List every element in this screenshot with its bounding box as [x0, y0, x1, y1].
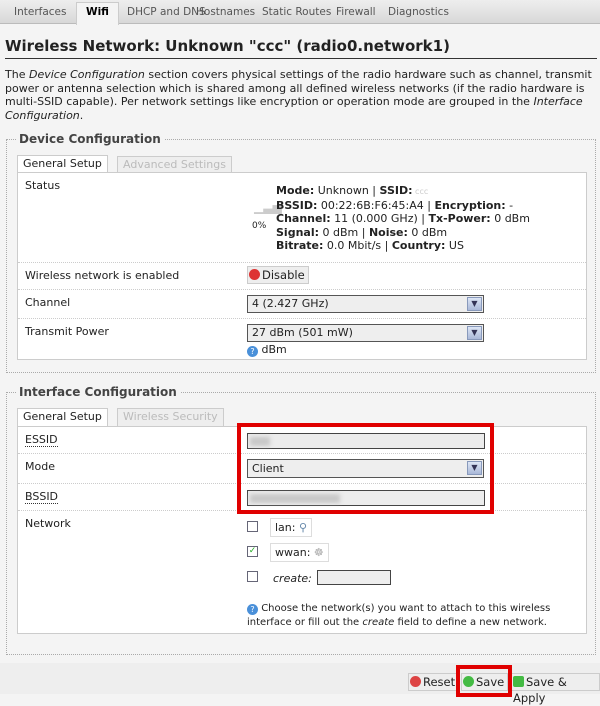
k: Noise: [368, 225, 408, 239]
lan-label: lan: [275, 521, 296, 534]
highlight-box-save [456, 665, 512, 697]
tab-firewall[interactable]: Firewall [327, 3, 385, 24]
wwan-network: wwan: ☸ [270, 543, 329, 562]
reset-icon [410, 676, 421, 687]
channel-label: Channel [25, 296, 71, 309]
v: 0 dBm [407, 225, 448, 239]
disable-icon [249, 269, 260, 280]
disable-label: Disable [262, 268, 305, 282]
help-icon: ? [247, 346, 258, 357]
create-label: create: [273, 572, 312, 585]
page-description: The Device Configuration section covers … [5, 68, 597, 122]
k: SSID: [379, 184, 413, 197]
interface-configuration-legend: Interface Configuration [16, 385, 180, 399]
hint-text: dBm [261, 343, 287, 356]
tab-wireless-security[interactable]: Wireless Security [117, 408, 224, 426]
enabled-row: Wireless network is enabled Disable [18, 263, 586, 290]
lan-checkbox[interactable] [247, 521, 258, 532]
k: Encryption: [434, 198, 506, 212]
create-checkbox[interactable] [247, 571, 258, 582]
v: 11 (0.000 GHz) | [330, 212, 429, 225]
channel-select[interactable]: 4 (2.427 GHz) ▼ [247, 295, 484, 313]
device-general-panel: Status ▁▃▅ 0% Mode: Unknown | SSID: ccc … [17, 172, 587, 360]
essid-label[interactable]: ESSID [25, 433, 58, 447]
v: Unknown | [314, 184, 380, 197]
tab-diagnostics[interactable]: Diagnostics [379, 3, 458, 24]
k: Channel: [276, 212, 331, 225]
k: Mode: [276, 184, 315, 197]
tab-general-setup[interactable]: General Setup [17, 155, 108, 173]
disable-button[interactable]: Disable [247, 266, 309, 284]
desc-em: Device Configuration [28, 68, 145, 81]
apply-icon [513, 676, 524, 687]
chevron-down-icon: ▼ [467, 297, 482, 311]
reset-label: Reset [423, 675, 456, 689]
v: ccc [412, 187, 429, 196]
v: 00:22:6B:F6:45:A4 | [317, 198, 435, 212]
save-apply-button[interactable]: Save & Apply [511, 673, 600, 705]
wwan-checkbox[interactable]: ✓ [247, 546, 258, 557]
v: 0 dBm | [319, 225, 369, 239]
signal-percent: 0% [252, 221, 267, 231]
chevron-down-icon: ▼ [467, 326, 482, 340]
tab-general-setup[interactable]: General Setup [17, 408, 108, 426]
bssid-label[interactable]: BSSID [25, 490, 59, 504]
txpower-hint: ? dBm [247, 343, 287, 357]
txpower-label: Transmit Power [25, 325, 109, 338]
k: Signal: [276, 225, 319, 239]
hint-text: field to define a new network. [394, 616, 547, 628]
page-title: Wireless Network: Unknown "ccc" (radio0.… [5, 37, 597, 59]
v: 0.0 Mbit/s | [323, 239, 392, 252]
network-icon: ⚲ [298, 521, 308, 534]
status-label: Status [25, 179, 61, 192]
lan-network: lan: ⚲ [270, 518, 313, 537]
k: BSSID: [276, 198, 318, 212]
channel-row: Channel 4 (2.427 GHz) ▼ [18, 290, 586, 319]
enabled-label: Wireless network is enabled [25, 269, 180, 282]
mode-label: Mode [25, 460, 55, 473]
v: US [445, 239, 464, 252]
help-icon: ? [247, 604, 258, 615]
v: 0 dBm [490, 212, 530, 225]
k: Country: [391, 239, 446, 252]
create-input[interactable] [317, 570, 391, 585]
reset-button[interactable]: Reset [408, 673, 460, 691]
main-tabs: Interfaces Wifi DHCP and DNS Hostnames S… [0, 0, 600, 25]
wireless-icon: ☸ [313, 546, 324, 559]
network-row: Network lan: ⚲ ✓ wwan: ☸ create: ? Choos… [18, 511, 586, 635]
txpower-select[interactable]: 27 dBm (501 mW) ▼ [247, 324, 484, 342]
tab-wifi[interactable]: Wifi [76, 2, 119, 25]
tab-interfaces[interactable]: Interfaces [5, 3, 75, 24]
hint-em: create [362, 616, 395, 628]
channel-value: 4 (2.427 GHz) [252, 297, 329, 310]
desc-text: The [5, 68, 29, 81]
wwan-label: wwan: [275, 546, 311, 559]
v: - [505, 198, 514, 212]
txpower-row: Transmit Power 27 dBm (501 mW) ▼ ? dBm [18, 319, 586, 360]
network-hint: ? Choose the network(s) you want to atta… [247, 602, 567, 629]
device-configuration-legend: Device Configuration [16, 132, 164, 146]
txpower-value: 27 dBm (501 mW) [252, 326, 353, 339]
desc-text: . [79, 108, 84, 122]
highlight-box-fields [237, 423, 494, 514]
k: Tx-Power: [428, 212, 491, 225]
k: Bitrate: [276, 239, 324, 252]
status-row: Status ▁▃▅ 0% Mode: Unknown | SSID: ccc … [18, 173, 586, 263]
status-details: Mode: Unknown | SSID: ccc BSSID: 00:22:6… [276, 184, 530, 253]
network-label: Network [25, 517, 71, 530]
